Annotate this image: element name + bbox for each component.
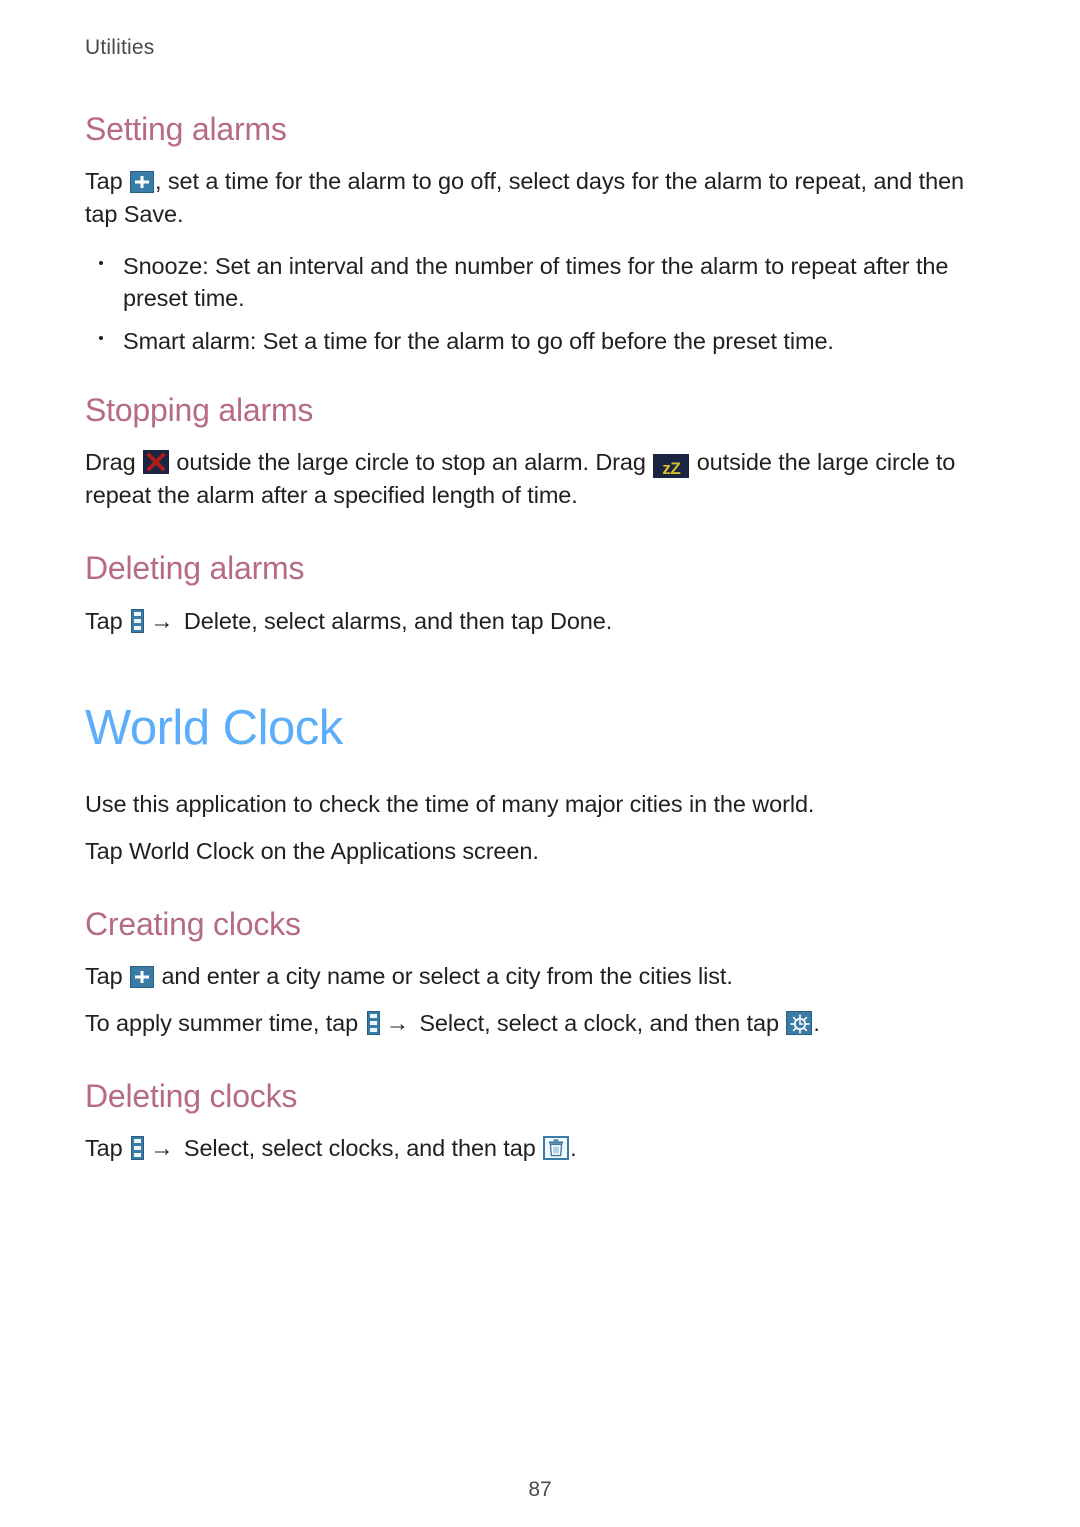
menu-icon xyxy=(131,1136,145,1161)
text-fragment: Tap xyxy=(85,1135,130,1162)
text-fragment: To apply summer time, tap xyxy=(85,1009,365,1036)
text-fragment: Select, select clocks, and then tap xyxy=(177,1135,543,1162)
plus-icon xyxy=(130,171,155,194)
text-fragment: Tap xyxy=(85,168,130,195)
paragraph-creating-clocks-1: Tap and enter a city name or select a ci… xyxy=(85,960,995,992)
page-title: World Clock xyxy=(85,700,343,755)
text-fragment: , set a time for the alarm to go off, se… xyxy=(85,168,965,227)
heading-creating-clocks: Creating clocks xyxy=(85,906,301,943)
arrow-glyph: → xyxy=(150,607,174,634)
list-item-label: Snooze: Set an interval and the number o… xyxy=(123,253,949,312)
paragraph-creating-clocks-2: To apply summer time, tap → Select, sele… xyxy=(85,1007,995,1039)
page-number: 87 xyxy=(528,1478,552,1501)
bullet-list-alarm-options: Snooze: Set an interval and the number o… xyxy=(85,250,995,357)
list-item: Smart alarm: Set a time for the alarm to… xyxy=(85,325,995,357)
paragraph-world-clock-intro-2: Tap World Clock on the Applications scre… xyxy=(85,837,539,864)
heading-deleting-clocks: Deleting clocks xyxy=(85,1078,298,1115)
text-fragment: . xyxy=(813,1009,820,1036)
paragraph-deleting-clocks: Tap → Select, select clocks, and then ta… xyxy=(85,1132,995,1164)
text-fragment: Drag xyxy=(85,449,142,476)
menu-icon xyxy=(366,1010,380,1035)
running-head: Utilities xyxy=(85,36,155,59)
page-content: Setting alarms Tap , set a time for the … xyxy=(85,111,995,1165)
trash-icon xyxy=(543,1136,570,1161)
paragraph-stopping-alarms: Drag outside the large circle to stop an… xyxy=(85,446,995,511)
text-fragment: and enter a city name or select a city f… xyxy=(155,963,733,990)
paragraph-world-clock-intro-1: Use this application to check the time o… xyxy=(85,791,815,818)
document-page: Utilities Setting alarms Tap , set a tim… xyxy=(0,0,1080,1527)
text-fragment: Delete, select alarms, and then tap Done… xyxy=(177,607,613,634)
menu-icon xyxy=(131,608,145,633)
list-item-label: Smart alarm: Set a time for the alarm to… xyxy=(123,327,834,354)
list-item: Snooze: Set an interval and the number o… xyxy=(85,250,995,315)
text-fragment: Tap xyxy=(85,963,130,990)
paragraph-setting-alarms: Tap , set a time for the alarm to go off… xyxy=(85,165,995,230)
text-fragment: outside the large circle to stop an alar… xyxy=(169,449,653,476)
dismiss-x-icon xyxy=(142,450,169,475)
plus-icon xyxy=(130,966,155,989)
arrow-glyph: → xyxy=(150,1135,174,1162)
paragraph-deleting-alarms: Tap → Delete, select alarms, and then ta… xyxy=(85,605,995,637)
text-fragment: Tap xyxy=(85,607,130,634)
heading-setting-alarms: Setting alarms xyxy=(85,111,287,147)
snooze-zz-icon: zZ xyxy=(653,454,690,479)
bullet-dot-icon xyxy=(99,335,103,340)
summer-time-sun-icon xyxy=(786,1010,813,1035)
heading-deleting-alarms: Deleting alarms xyxy=(85,550,305,587)
text-fragment: Select, select a clock, and then tap xyxy=(412,1009,786,1036)
heading-stopping-alarms: Stopping alarms xyxy=(85,392,314,429)
text-fragment: . xyxy=(570,1135,577,1162)
arrow-glyph: → xyxy=(385,1009,410,1036)
snooze-zz-label: zZ xyxy=(662,459,681,479)
bullet-dot-icon xyxy=(99,260,103,265)
